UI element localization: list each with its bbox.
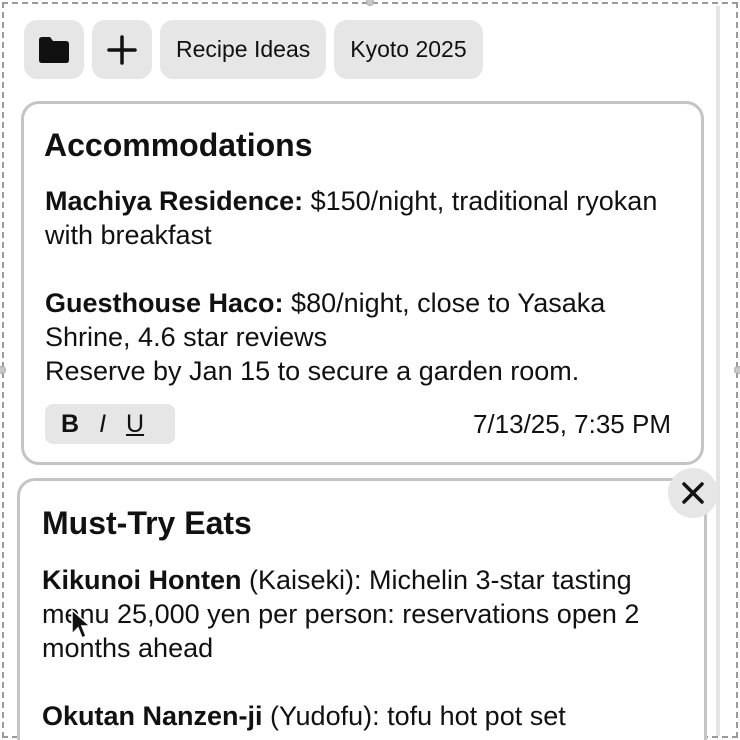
card-title: Must-Try Eats (42, 505, 252, 541)
scrollbar[interactable] (716, 6, 720, 736)
add-button[interactable] (92, 20, 152, 79)
toolbar: Recipe Ideas Kyoto 2025 (24, 20, 483, 79)
entry-name: Machiya Residence: (45, 186, 304, 216)
card-body[interactable]: Machiya Residence: $150/night, tradition… (45, 184, 685, 388)
entry: Kikunoi Honten (Kaiseki): Michelin 3-sta… (42, 563, 662, 665)
card-title: Accommodations (44, 127, 313, 163)
mouse-cursor-icon (71, 608, 92, 640)
entry-name: Kikunoi Honten (42, 565, 242, 595)
resize-handle-right[interactable] (734, 366, 740, 374)
plus-icon (107, 34, 137, 65)
entry: Machiya Residence: $150/night, tradition… (45, 184, 685, 252)
note-card-accommodations[interactable]: Accommodations Machiya Residence: $150/n… (21, 101, 704, 465)
timestamp: 7/13/25, 7:35 PM (472, 409, 671, 439)
note-card-must-try-eats[interactable]: Must-Try Eats Kikunoi Honten (Kaiseki): … (17, 478, 707, 740)
folder-icon (39, 36, 69, 63)
format-toolbar: B I U (45, 404, 175, 444)
folder-button[interactable] (24, 20, 84, 79)
entry: Guesthouse Haco: $80/night, close to Yas… (45, 286, 685, 354)
close-icon (682, 482, 704, 504)
underline-button[interactable]: U (126, 410, 144, 439)
entry-name: Okutan Nanzen-ji (42, 701, 263, 731)
entry-text: (Yudofu): tofu hot pot set (262, 701, 566, 731)
card-body[interactable]: Kikunoi Honten (Kaiseki): Michelin 3-sta… (42, 563, 662, 733)
italic-button[interactable]: I (99, 410, 106, 439)
note-text: Reserve by Jan 15 to secure a garden roo… (45, 356, 580, 386)
bold-button[interactable]: B (61, 410, 79, 439)
tab-recipe-ideas[interactable]: Recipe Ideas (160, 20, 327, 79)
entry-name: Guesthouse Haco: (45, 288, 284, 318)
entry: Okutan Nanzen-ji (Yudofu): tofu hot pot … (42, 699, 662, 733)
close-button[interactable] (668, 468, 718, 518)
tab-kyoto-2025[interactable]: Kyoto 2025 (334, 20, 483, 79)
